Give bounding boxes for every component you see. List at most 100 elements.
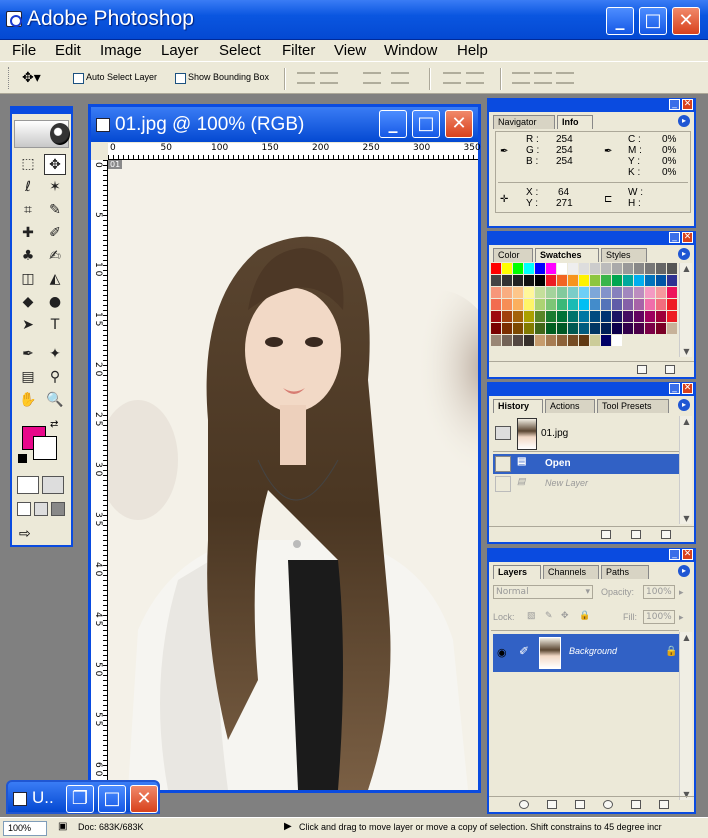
color-swatch[interactable] — [590, 263, 600, 274]
adjustment-layer-icon[interactable] — [603, 800, 613, 809]
color-swatch[interactable] — [524, 263, 534, 274]
options-bar-grip[interactable] — [8, 67, 11, 89]
menu-image[interactable]: Image — [100, 42, 142, 59]
color-swatch[interactable] — [535, 299, 545, 310]
color-swatch[interactable] — [612, 287, 622, 298]
tab-styles[interactable]: Styles — [601, 248, 647, 262]
color-swatch[interactable] — [513, 287, 523, 298]
color-swatch[interactable] — [546, 323, 556, 334]
color-swatch[interactable] — [579, 275, 589, 286]
color-swatch[interactable] — [645, 263, 655, 274]
swap-colors-icon[interactable]: ⇄ — [50, 419, 58, 430]
color-swatch[interactable] — [491, 287, 501, 298]
move-icon[interactable]: ✥ — [44, 154, 66, 175]
color-swatch[interactable] — [546, 263, 556, 274]
swatches-panel-close-button[interactable]: ✕ — [682, 232, 693, 243]
color-swatch[interactable] — [546, 299, 556, 310]
jump-to-imageready-icon[interactable]: ⇨ — [19, 526, 31, 542]
scroll-down-icon[interactable]: ▼ — [681, 346, 692, 357]
color-swatch[interactable] — [535, 275, 545, 286]
brush-link-icon[interactable]: ✐ — [519, 644, 529, 658]
color-swatch[interactable] — [601, 311, 611, 322]
color-swatch[interactable] — [535, 323, 545, 334]
color-swatch[interactable] — [513, 299, 523, 310]
color-swatch[interactable] — [546, 287, 556, 298]
color-swatch[interactable] — [513, 275, 523, 286]
slice-icon[interactable]: ✎ — [44, 200, 66, 221]
color-swatch[interactable] — [546, 335, 556, 346]
color-swatch[interactable] — [524, 311, 534, 322]
color-swatch[interactable] — [601, 299, 611, 310]
history-state-new-layer[interactable]: ▤ New Layer — [493, 474, 681, 494]
color-swatch[interactable] — [634, 323, 644, 334]
menu-help[interactable]: Help — [457, 42, 488, 59]
color-swatch[interactable] — [524, 275, 534, 286]
doc-close-button[interactable]: ✕ — [445, 110, 473, 138]
magic-wand-icon[interactable]: ✶ — [44, 177, 66, 198]
image-canvas[interactable]: 01 — [108, 160, 478, 790]
color-swatch[interactable] — [502, 263, 512, 274]
minimized-document[interactable]: U.. ❐ □ ✕ — [6, 780, 160, 814]
color-swatch[interactable] — [590, 323, 600, 334]
color-swatch[interactable] — [579, 287, 589, 298]
photoshop-app-icon[interactable] — [6, 11, 22, 27]
screen-mode-full-icon[interactable] — [51, 502, 65, 516]
color-swatch[interactable] — [513, 263, 523, 274]
color-swatch[interactable] — [656, 299, 666, 310]
color-swatch[interactable] — [568, 335, 578, 346]
hand-icon[interactable]: ✋ — [17, 390, 39, 411]
tab-actions[interactable]: Actions — [545, 399, 595, 413]
color-swatch[interactable] — [590, 287, 600, 298]
maximize-button[interactable]: □ — [98, 785, 126, 813]
color-swatch[interactable] — [546, 275, 556, 286]
status-menu-arrow-icon[interactable]: ▶ — [284, 821, 292, 832]
color-swatch[interactable] — [667, 275, 677, 286]
history-scrollbar[interactable]: ▲ ▼ — [679, 416, 692, 524]
color-swatch[interactable] — [623, 311, 633, 322]
healing-icon[interactable]: ✚ — [17, 223, 39, 244]
trash-icon[interactable] — [665, 365, 675, 374]
opacity-field[interactable]: 100% — [643, 585, 675, 599]
trash-icon[interactable] — [661, 530, 671, 539]
quickmask-mode-icon[interactable] — [42, 476, 64, 494]
screen-mode-full-menu-icon[interactable] — [34, 502, 48, 516]
color-swatch[interactable] — [557, 323, 567, 334]
maximize-button[interactable]: □ — [639, 7, 667, 35]
color-swatch[interactable] — [513, 323, 523, 334]
info-panel-menu-icon[interactable]: ▸ — [678, 115, 690, 127]
vertical-ruler[interactable]: 0 5 1 0 1 5 2 0 2 5 3 0 3 5 4 0 4 5 5 0 5 5 6 0 — [91, 160, 108, 790]
opacity-slider-icon[interactable]: ▸ — [679, 587, 684, 598]
color-swatch[interactable] — [634, 275, 644, 286]
color-swatch[interactable] — [645, 311, 655, 322]
color-swatch[interactable] — [612, 299, 622, 310]
layers-scrollbar[interactable]: ▲ ▼ — [679, 632, 692, 800]
color-swatch[interactable] — [645, 275, 655, 286]
color-swatch[interactable] — [535, 335, 545, 346]
lock-pixels-icon[interactable]: ✎ — [545, 610, 553, 621]
color-swatch[interactable] — [656, 275, 666, 286]
add-mask-icon[interactable] — [547, 800, 557, 809]
color-swatch[interactable] — [535, 263, 545, 274]
color-swatch[interactable] — [634, 287, 644, 298]
color-swatch[interactable] — [557, 287, 567, 298]
color-swatch[interactable] — [645, 287, 655, 298]
color-swatch[interactable] — [667, 287, 677, 298]
color-swatch[interactable] — [513, 311, 523, 322]
zoom-icon[interactable]: 🔍 — [44, 390, 66, 411]
document-info-icon[interactable]: ▣ — [58, 821, 67, 832]
history-state-open[interactable]: ▤ Open — [493, 454, 681, 474]
eyedropper-icon[interactable]: ⚲ — [44, 367, 66, 388]
new-group-icon[interactable] — [575, 800, 585, 809]
color-swatch[interactable] — [667, 323, 677, 334]
history-panel-minimize-button[interactable]: _ — [669, 383, 680, 394]
menu-select[interactable]: Select — [219, 42, 261, 59]
color-swatch[interactable] — [502, 287, 512, 298]
color-swatch[interactable] — [557, 275, 567, 286]
lock-position-icon[interactable]: ✥ — [561, 610, 569, 621]
swatches-panel-menu-icon[interactable]: ▸ — [678, 248, 690, 260]
lasso-icon[interactable]: ℓ — [17, 177, 39, 198]
notes-icon[interactable]: ▤ — [17, 367, 39, 388]
color-swatch[interactable] — [568, 275, 578, 286]
menu-edit[interactable]: Edit — [55, 42, 81, 59]
background-color-swatch[interactable] — [33, 436, 57, 460]
